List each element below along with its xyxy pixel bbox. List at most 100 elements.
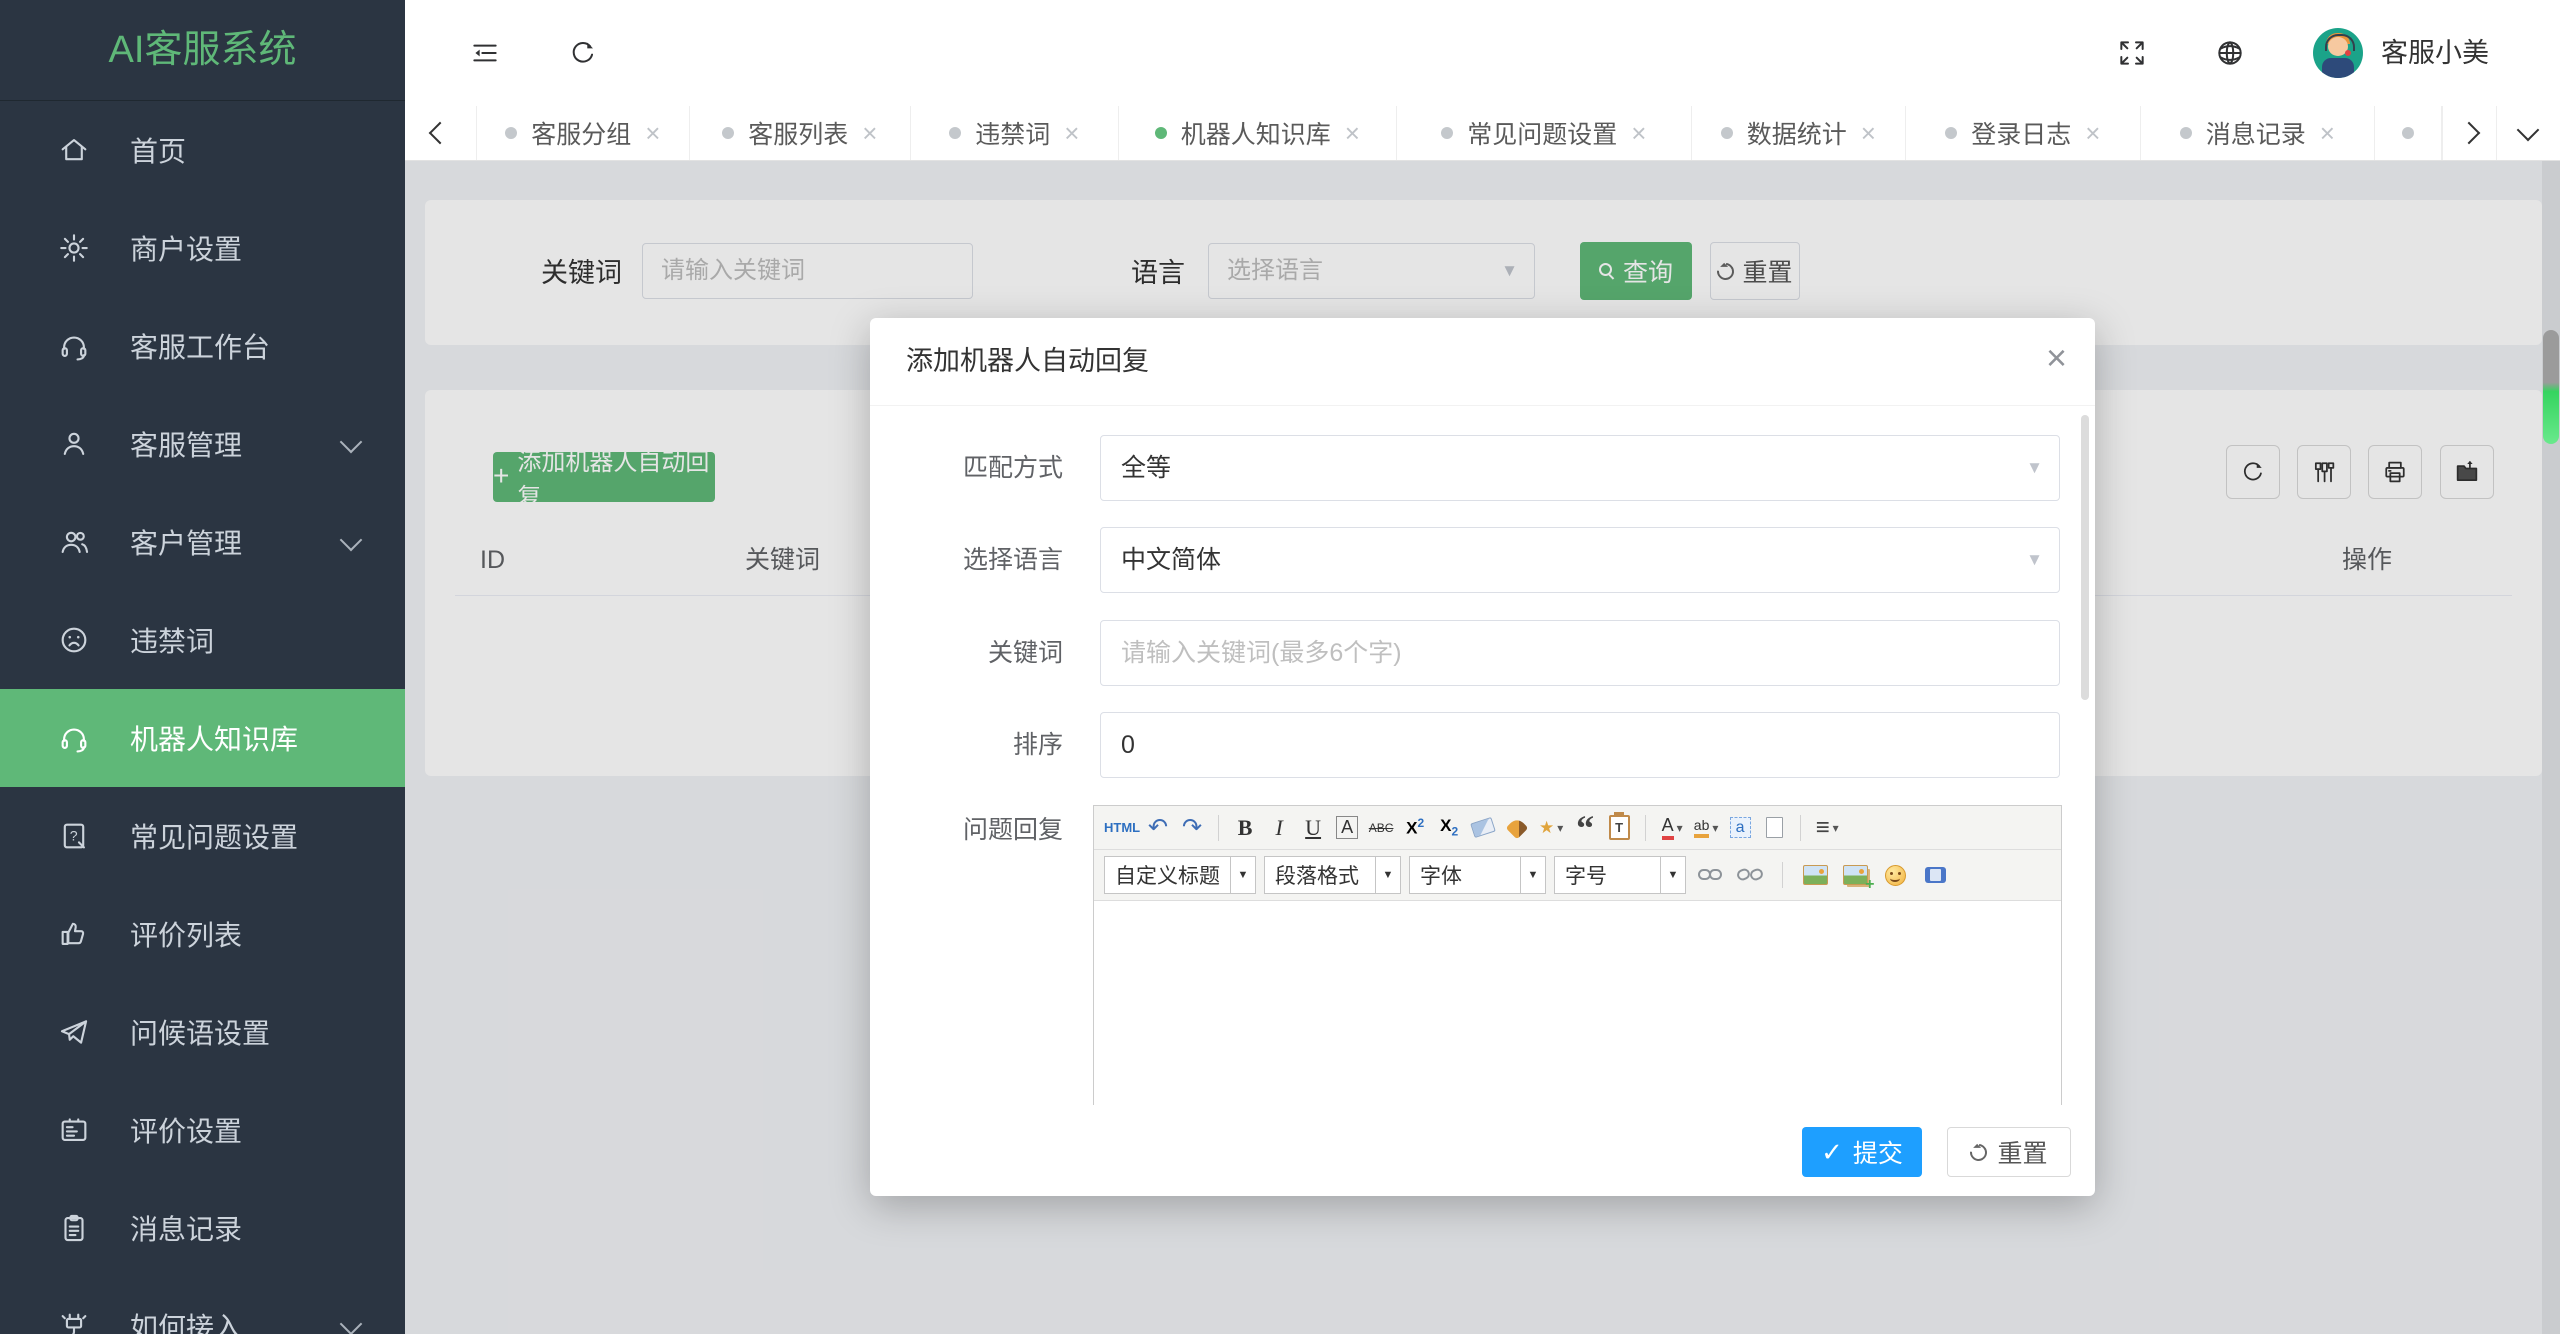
image-icon[interactable] xyxy=(1799,858,1831,892)
tab-客服列表[interactable]: 客服列表 × xyxy=(690,106,911,160)
sidebar-item-问候语设置[interactable]: 问候语设置 xyxy=(0,983,405,1081)
anchor-icon: a xyxy=(1729,816,1751,839)
editor-select-自定义标题[interactable]: 自定义标题 ▼ xyxy=(1104,856,1256,894)
sidebar-item-评价列表[interactable]: 评价列表 xyxy=(0,885,405,983)
sort-input[interactable] xyxy=(1100,712,2060,778)
superscript-icon[interactable]: X2 xyxy=(1399,811,1431,845)
match-mode-select[interactable]: 全等 ▼ xyxy=(1100,435,2060,501)
tab-客服分组[interactable]: 客服分组 × xyxy=(477,106,690,160)
sidebar-item-消息记录[interactable]: 消息记录 xyxy=(0,1179,405,1277)
sidebar-item-label: 客服管理 xyxy=(130,430,243,461)
page-scrollbar-thumb[interactable] xyxy=(2543,330,2559,444)
tab-scroll-left[interactable] xyxy=(405,106,477,160)
tab-常见问题设置[interactable]: 常见问题设置 × xyxy=(1397,106,1692,160)
sidebar-item-违禁词[interactable]: 违禁词 xyxy=(0,591,405,689)
sidebar-item-label: 评价列表 xyxy=(130,920,243,951)
submit-button[interactable]: ✓ 提交 xyxy=(1802,1127,1922,1177)
line-height-icon[interactable]: ≡ ▾ xyxy=(1811,811,1843,845)
media-icon[interactable] xyxy=(1919,858,1951,892)
tab-status-dot xyxy=(722,127,735,139)
unlink-icon[interactable] xyxy=(1734,858,1766,892)
editor-select-字号[interactable]: 字号 ▼ xyxy=(1554,856,1686,894)
sidebar-item-首页[interactable]: 首页 xyxy=(0,101,405,199)
editor-select-段落格式[interactable]: 段落格式 ▼ xyxy=(1264,856,1401,894)
tab-消息记录[interactable]: 消息记录 × xyxy=(2141,106,2375,160)
sidebar-item-如何接入[interactable]: 如何接入 xyxy=(0,1277,405,1334)
sidebar-item-客服管理[interactable]: 客服管理 xyxy=(0,395,405,493)
editor-select-字体[interactable]: 字体 ▼ xyxy=(1409,856,1546,894)
collapse-menu-icon[interactable] xyxy=(469,37,501,69)
undo-icon[interactable]: ↶ xyxy=(1142,811,1174,845)
tab-label: 登录日志 xyxy=(1971,121,2072,149)
keyword-label: 关键词 xyxy=(987,639,1063,667)
frown-icon xyxy=(56,622,92,658)
clipboard-icon xyxy=(56,1210,92,1246)
refresh-icon[interactable] xyxy=(567,37,599,69)
format-brush-icon[interactable] xyxy=(1501,811,1533,845)
language-label: 选择语言 xyxy=(962,546,1063,574)
close-icon[interactable]: × xyxy=(862,120,877,146)
tab-违禁词[interactable]: 违禁词 × xyxy=(911,106,1119,160)
undo-icon: ↶ xyxy=(1148,814,1169,841)
avatar[interactable] xyxy=(2313,28,2363,78)
avatar-headset xyxy=(2325,34,2355,51)
page-scrollbar[interactable] xyxy=(2542,160,2560,1334)
globe-icon[interactable] xyxy=(2214,37,2246,69)
tab-登录日志[interactable]: 登录日志 × xyxy=(1906,106,2141,160)
tab-menu-dropdown[interactable] xyxy=(2495,106,2560,160)
new-doc-icon[interactable] xyxy=(1758,811,1790,845)
close-icon[interactable]: × xyxy=(2085,120,2100,146)
modal-header: 添加机器人自动回复 × xyxy=(870,318,2095,406)
chevron-down-icon: ▼ xyxy=(2026,550,2043,569)
close-icon[interactable]: × xyxy=(1345,120,1360,146)
anchor-icon[interactable]: a xyxy=(1724,811,1756,845)
fullscreen-icon[interactable] xyxy=(2116,37,2148,69)
language-select[interactable]: 中文简体 ▼ xyxy=(1100,527,2060,593)
html-source-icon[interactable]: HTML xyxy=(1104,811,1140,845)
close-icon[interactable]: × xyxy=(1861,120,1876,146)
strikethrough-icon[interactable]: ABC xyxy=(1365,811,1397,845)
tab-partial[interactable] xyxy=(2375,106,2442,160)
tab-数据统计[interactable]: 数据统计 × xyxy=(1692,106,1906,160)
highlight-color-icon[interactable]: ab ▾ xyxy=(1690,811,1722,845)
font-color-icon[interactable]: A ▾ xyxy=(1656,811,1688,845)
underline-icon[interactable]: U xyxy=(1297,811,1329,845)
close-icon[interactable]: × xyxy=(2320,120,2335,146)
username[interactable]: 客服小美 xyxy=(2381,0,2489,106)
redo-icon[interactable]: ↷ xyxy=(1176,811,1208,845)
avatar-body xyxy=(2322,58,2354,78)
remove-format-icon[interactable] xyxy=(1467,811,1499,845)
paste-as-text-icon[interactable]: T xyxy=(1603,811,1635,845)
editor-body[interactable] xyxy=(1094,901,2061,1106)
subscript-icon[interactable]: X2 xyxy=(1433,811,1465,845)
close-icon[interactable]: × xyxy=(1064,120,1079,146)
tab-scroll-right[interactable] xyxy=(2441,106,2496,160)
close-icon[interactable]: × xyxy=(2046,340,2067,376)
font-style-box-icon[interactable]: A xyxy=(1331,811,1363,845)
blockquote-icon[interactable]: “ xyxy=(1569,808,1601,848)
close-icon[interactable]: × xyxy=(645,120,660,146)
keyword-input[interactable] xyxy=(1100,620,2060,686)
sidebar-item-常见问题设置[interactable]: ? 常见问题设置 xyxy=(0,787,405,885)
sidebar-item-评价设置[interactable]: 评价设置 xyxy=(0,1081,405,1179)
tab-label: 消息记录 xyxy=(2205,121,2306,149)
modal-reset-button[interactable]: 重置 xyxy=(1947,1127,2071,1177)
modal-title: 添加机器人自动回复 xyxy=(906,346,1149,376)
sidebar-item-机器人知识库[interactable]: 机器人知识库 xyxy=(0,689,405,787)
batch-image-icon[interactable] xyxy=(1839,858,1874,894)
italic-icon[interactable]: I xyxy=(1263,811,1295,845)
modal-scrollbar-thumb[interactable] xyxy=(2081,415,2089,700)
tab-机器人知识库[interactable]: 机器人知识库 × xyxy=(1119,106,1397,160)
auto-typeset-icon[interactable]: ★ ▾ xyxy=(1535,811,1567,845)
auto-typeset-icon: ★ xyxy=(1538,817,1555,837)
link-icon[interactable] xyxy=(1694,858,1726,892)
emoji-icon[interactable] xyxy=(1879,858,1911,892)
sidebar-item-label: 问候语设置 xyxy=(130,1018,271,1049)
bold-icon[interactable]: B xyxy=(1229,811,1261,845)
sidebar-item-label: 首页 xyxy=(130,136,187,167)
close-icon[interactable]: × xyxy=(1631,120,1646,146)
sidebar-item-客服工作台[interactable]: 客服工作台 xyxy=(0,297,405,395)
sidebar-item-商户设置[interactable]: 商户设置 xyxy=(0,199,405,297)
sidebar-item-客户管理[interactable]: 客户管理 xyxy=(0,493,405,591)
sidebar-item-label: 机器人知识库 xyxy=(130,724,299,755)
